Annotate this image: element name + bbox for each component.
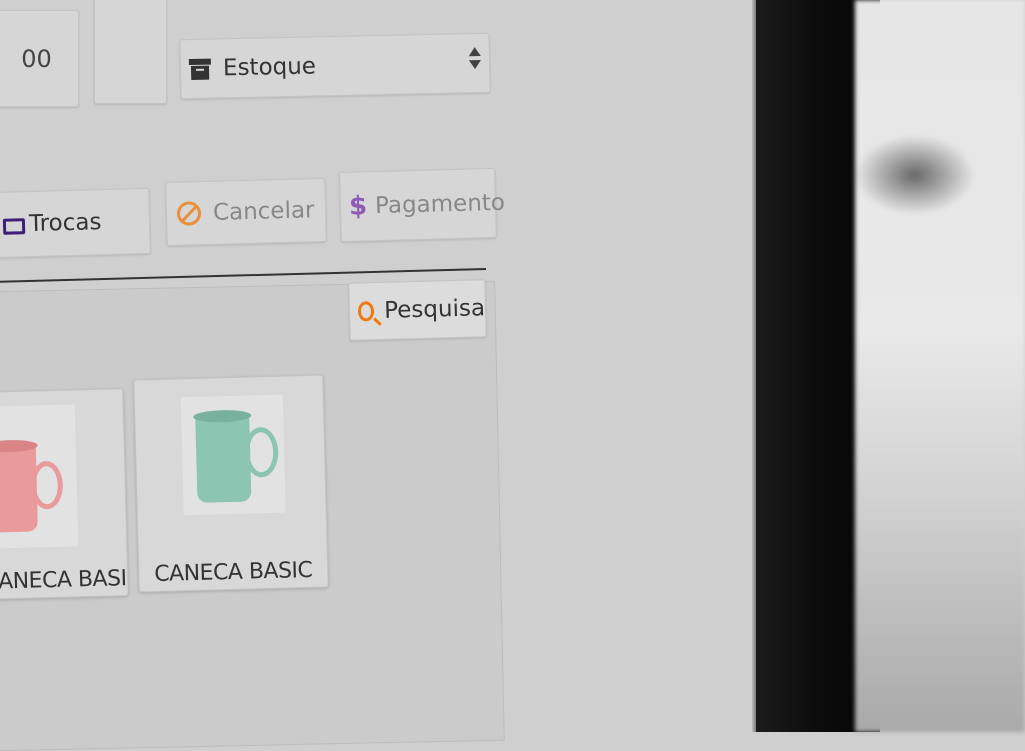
mug-image bbox=[193, 406, 294, 518]
product-name: CANECA BASIC bbox=[0, 566, 128, 595]
pesquisa-button[interactable]: Pesquisa bbox=[348, 279, 487, 341]
pagamento-button[interactable]: $ Pagamento bbox=[339, 167, 505, 243]
stock-select[interactable]: Estoque bbox=[179, 32, 491, 100]
time-field[interactable]: 00 bbox=[0, 10, 79, 107]
product-image bbox=[180, 394, 286, 516]
trocas-label: Trocas bbox=[28, 209, 102, 238]
blurred-background bbox=[855, 0, 1025, 732]
pesquisa-label: Pesquisa bbox=[383, 295, 486, 324]
product-name: CANECA BASIC bbox=[153, 557, 313, 588]
exchange-icon bbox=[1, 214, 24, 235]
product-card[interactable]: CANECA BASIC bbox=[0, 388, 129, 600]
ban-icon bbox=[176, 201, 202, 226]
mug-image bbox=[0, 434, 76, 546]
cancelar-label: Cancelar bbox=[212, 197, 315, 226]
time-value: 00 bbox=[21, 44, 52, 73]
stock-select-value: Estoque bbox=[222, 53, 317, 82]
archive-box-icon bbox=[188, 57, 211, 81]
trocas-button[interactable]: Trocas bbox=[0, 187, 151, 259]
search-icon bbox=[357, 301, 375, 322]
select-arrows-icon bbox=[468, 46, 482, 73]
dollar-icon: $ bbox=[348, 191, 368, 222]
product-image bbox=[0, 404, 79, 549]
product-card[interactable]: CANECA BASIC bbox=[133, 374, 329, 593]
cancelar-button[interactable]: Cancelar bbox=[165, 177, 327, 247]
empty-field[interactable] bbox=[94, 0, 167, 104]
pagamento-label: Pagamento bbox=[374, 189, 506, 220]
